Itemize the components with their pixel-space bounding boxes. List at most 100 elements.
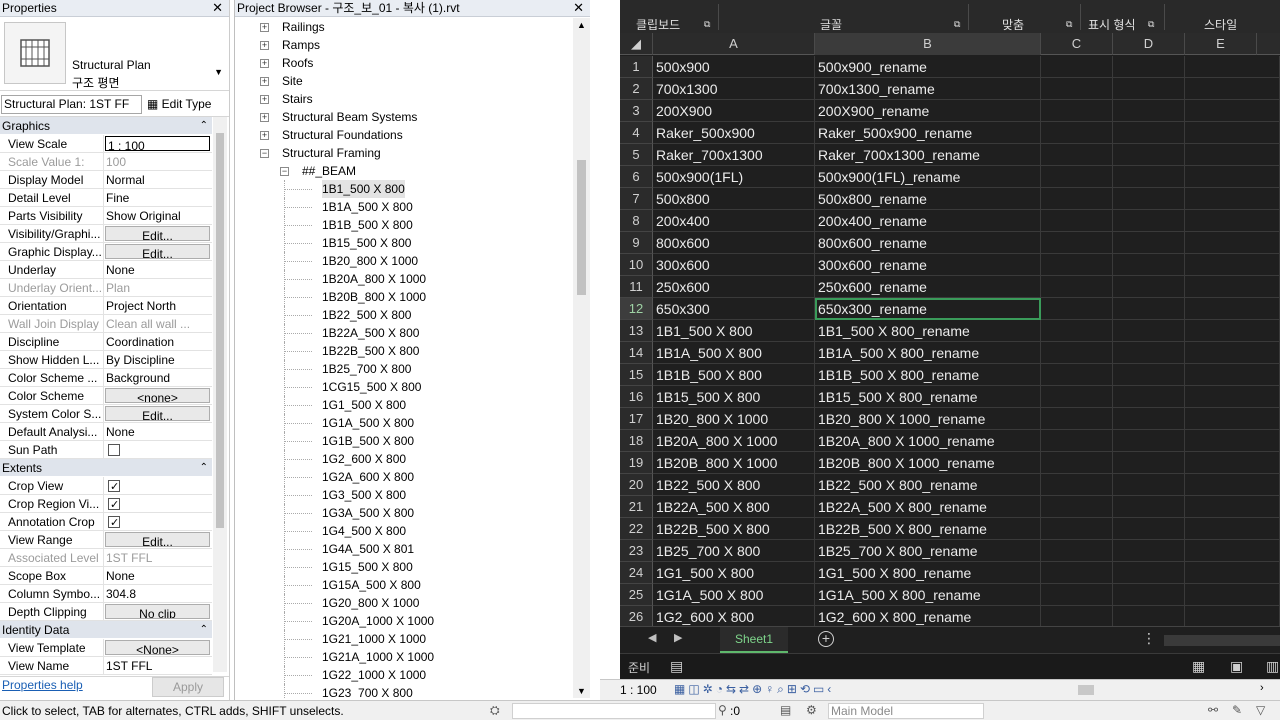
- page-layout-view-icon[interactable]: ▣: [1230, 658, 1243, 675]
- close-icon[interactable]: ✕: [212, 0, 223, 16]
- cell-a[interactable]: 1G1A_500 X 800: [653, 584, 815, 606]
- cell-b[interactable]: 300x600_rename: [815, 254, 1041, 276]
- cell-e[interactable]: [1185, 452, 1280, 474]
- cell-d[interactable]: [1113, 540, 1185, 562]
- browser-tree-item[interactable]: 1B1_500 X 800: [235, 180, 573, 198]
- cell-c[interactable]: [1041, 100, 1113, 122]
- cell-d[interactable]: [1113, 606, 1185, 628]
- property-value[interactable]: <None>: [105, 640, 210, 655]
- cell-d[interactable]: [1113, 210, 1185, 232]
- browser-tree-item[interactable]: 1G15A_500 X 800: [235, 576, 573, 594]
- expand-icon[interactable]: +: [260, 41, 269, 50]
- cell-e[interactable]: [1185, 298, 1280, 320]
- cell-b[interactable]: 1G1_500 X 800_rename: [815, 562, 1041, 584]
- row-header[interactable]: 23: [620, 540, 653, 562]
- cell-b[interactable]: 500x900(1FL)_rename: [815, 166, 1041, 188]
- cell-a[interactable]: 1B22B_500 X 800: [653, 518, 815, 540]
- cell-b[interactable]: Raker_700x1300_rename: [815, 144, 1041, 166]
- cell-e[interactable]: [1185, 78, 1280, 100]
- checkbox[interactable]: [108, 514, 120, 530]
- cell-b[interactable]: 1G2_600 X 800_rename: [815, 606, 1041, 628]
- row-header[interactable]: 25: [620, 584, 653, 606]
- browser-tree-item[interactable]: − ##_BEAM: [235, 162, 573, 180]
- filter-icon[interactable]: ⚲: [718, 703, 727, 717]
- collapse-icon[interactable]: −: [260, 149, 269, 158]
- property-value[interactable]: None: [104, 423, 212, 440]
- scrollbar-thumb[interactable]: [216, 133, 224, 528]
- cell-d[interactable]: [1113, 320, 1185, 342]
- cell-a[interactable]: 1B22A_500 X 800: [653, 496, 815, 518]
- cell-d[interactable]: [1113, 254, 1185, 276]
- browser-tree-item[interactable]: 1G22_1000 X 1000: [235, 666, 573, 684]
- view-control-icons[interactable]: ▦◫✲◔⇆⇄⊕♀⌕⊞⟲▭‹: [674, 682, 834, 697]
- cell-a[interactable]: 1B20B_800 X 1000: [653, 452, 815, 474]
- cell-e[interactable]: [1185, 276, 1280, 298]
- row-header[interactable]: 1: [620, 56, 653, 78]
- dialog-launcher-icon[interactable]: ⧉: [954, 19, 960, 30]
- cell-e[interactable]: [1185, 188, 1280, 210]
- scroll-down-icon[interactable]: ▼: [577, 686, 586, 696]
- browser-tree-item[interactable]: 1B22_500 X 800: [235, 306, 573, 324]
- cell-a[interactable]: 1B25_700 X 800: [653, 540, 815, 562]
- column-header-a[interactable]: A: [653, 33, 815, 55]
- cell-c[interactable]: [1041, 452, 1113, 474]
- editable-only-icon[interactable]: ⚙: [806, 703, 817, 717]
- property-value[interactable]: No clip: [105, 604, 210, 619]
- row-header[interactable]: 24: [620, 562, 653, 584]
- browser-tree-item[interactable]: 1G15_500 X 800: [235, 558, 573, 576]
- design-options-icon[interactable]: ▤: [780, 703, 791, 717]
- browser-tree-item[interactable]: 1G1A_500 X 800: [235, 414, 573, 432]
- normal-view-icon[interactable]: ▦: [1192, 658, 1205, 675]
- property-value[interactable]: Background: [104, 369, 212, 386]
- cell-e[interactable]: [1185, 562, 1280, 584]
- view-horizontal-scrollbar[interactable]: [910, 685, 1260, 695]
- property-value[interactable]: Edit...: [105, 244, 210, 259]
- cell-e[interactable]: [1185, 430, 1280, 452]
- row-header[interactable]: 20: [620, 474, 653, 496]
- browser-tree-item[interactable]: 1G2A_600 X 800: [235, 468, 573, 486]
- cell-c[interactable]: [1041, 386, 1113, 408]
- row-header[interactable]: 16: [620, 386, 653, 408]
- workset-dropdown[interactable]: [512, 703, 716, 719]
- cell-c[interactable]: [1041, 78, 1113, 100]
- cell-c[interactable]: [1041, 210, 1113, 232]
- row-header[interactable]: 7: [620, 188, 653, 210]
- row-header[interactable]: 9: [620, 232, 653, 254]
- browser-tree-item[interactable]: + Stairs: [235, 90, 573, 108]
- expand-icon[interactable]: +: [260, 77, 269, 86]
- row-header[interactable]: 4: [620, 122, 653, 144]
- scrollbar-thumb[interactable]: [1078, 685, 1094, 695]
- cell-e[interactable]: [1185, 144, 1280, 166]
- cell-c[interactable]: [1041, 474, 1113, 496]
- cell-d[interactable]: [1113, 518, 1185, 540]
- properties-help-link[interactable]: Properties help: [2, 678, 83, 692]
- cell-b[interactable]: 1B20B_800 X 1000_rename: [815, 452, 1041, 474]
- cell-e[interactable]: [1185, 100, 1280, 122]
- browser-tree-item[interactable]: 1G3A_500 X 800: [235, 504, 573, 522]
- browser-tree-item[interactable]: 1B22A_500 X 800: [235, 324, 573, 342]
- browser-tree-item[interactable]: 1G4A_500 X 801: [235, 540, 573, 558]
- main-model-dropdown[interactable]: Main Model: [828, 703, 984, 719]
- browser-tree-item[interactable]: + Site: [235, 72, 573, 90]
- cell-d[interactable]: [1113, 100, 1185, 122]
- browser-tree-item[interactable]: + Structural Beam Systems: [235, 108, 573, 126]
- browser-tree-item[interactable]: 1B20B_800 X 1000: [235, 288, 573, 306]
- browser-tree-item[interactable]: − Structural Framing: [235, 144, 573, 162]
- cell-a[interactable]: 500x900(1FL): [653, 166, 815, 188]
- browser-tree-item[interactable]: 1CG15_500 X 800: [235, 378, 573, 396]
- cell-e[interactable]: [1185, 496, 1280, 518]
- cell-b[interactable]: 200X900_rename: [815, 100, 1041, 122]
- browser-tree-item[interactable]: 1G3_500 X 800: [235, 486, 573, 504]
- browser-tree-item[interactable]: + Ramps: [235, 36, 573, 54]
- chevron-down-icon[interactable]: ▼: [214, 67, 223, 77]
- cell-d[interactable]: [1113, 122, 1185, 144]
- row-header[interactable]: 15: [620, 364, 653, 386]
- row-header[interactable]: 6: [620, 166, 653, 188]
- workset-icon[interactable]: ⛭: [490, 703, 500, 718]
- scroll-right-icon[interactable]: ›: [1260, 682, 1264, 694]
- cell-a[interactable]: 1B15_500 X 800: [653, 386, 815, 408]
- cell-e[interactable]: [1185, 56, 1280, 78]
- property-group-header[interactable]: Graphics ⌃: [0, 117, 212, 135]
- cell-a[interactable]: 1B1A_500 X 800: [653, 342, 815, 364]
- browser-tree-item[interactable]: 1G20A_1000 X 1000: [235, 612, 573, 630]
